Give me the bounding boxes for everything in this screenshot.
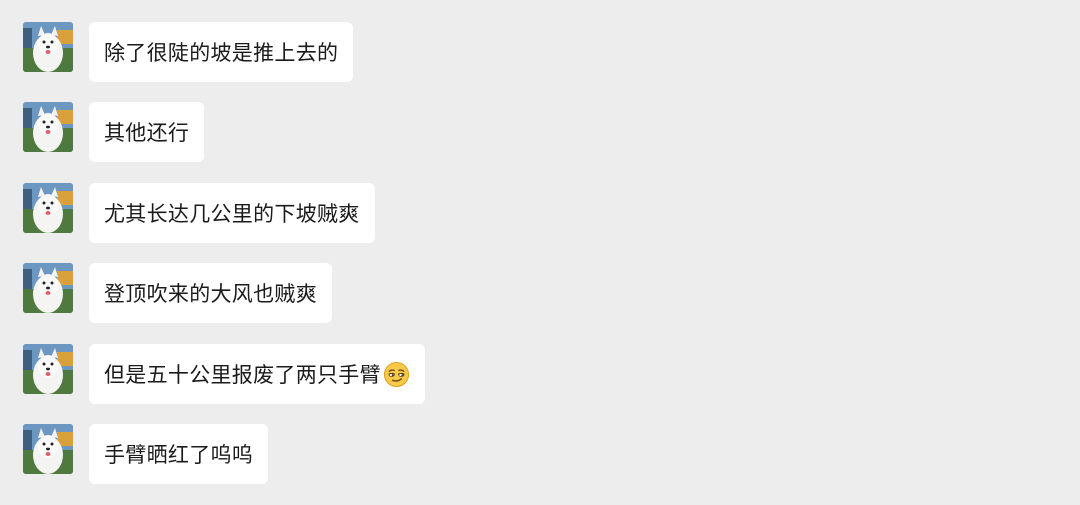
samoyed-dog-icon (23, 183, 73, 233)
samoyed-dog-icon (23, 344, 73, 394)
message-text: 其他还行 (104, 121, 190, 145)
message-row: 尤其长达几公里的下坡贼爽 (23, 183, 375, 243)
message-row: 除了很陡的坡是推上去的 (23, 22, 354, 82)
message-bubble[interactable]: 但是五十公里报废了两只手臂 (89, 344, 425, 404)
message-bubble[interactable]: 其他还行 (89, 102, 205, 162)
avatar[interactable] (23, 424, 73, 474)
samoyed-dog-icon (23, 424, 73, 474)
message-row: 但是五十公里报废了两只手臂 (23, 344, 425, 404)
avatar[interactable] (23, 183, 73, 233)
message-row: 手臂晒红了呜呜 (23, 424, 269, 484)
samoyed-dog-icon (23, 263, 73, 313)
avatar[interactable] (23, 344, 73, 394)
message-bubble[interactable]: 除了很陡的坡是推上去的 (89, 22, 354, 82)
avatar[interactable] (23, 102, 73, 152)
samoyed-dog-icon (23, 22, 73, 72)
message-bubble[interactable]: 尤其长达几公里的下坡贼爽 (89, 183, 375, 243)
message-text: 但是五十公里报废了两只手臂 (104, 363, 381, 387)
message-bubble[interactable]: 手臂晒红了呜呜 (89, 424, 269, 484)
message-row: 登顶吹来的大风也贼爽 (23, 263, 332, 323)
message-row: 其他还行 (23, 102, 205, 162)
smirk-face-emoji-icon (383, 361, 409, 387)
message-text: 手臂晒红了呜呜 (104, 443, 254, 467)
message-bubble[interactable]: 登顶吹来的大风也贼爽 (89, 263, 332, 323)
message-text: 尤其长达几公里的下坡贼爽 (104, 202, 360, 226)
samoyed-dog-icon (23, 102, 73, 152)
message-text: 登顶吹来的大风也贼爽 (104, 282, 317, 306)
avatar[interactable] (23, 263, 73, 313)
avatar[interactable] (23, 22, 73, 72)
message-text: 除了很陡的坡是推上去的 (104, 41, 339, 65)
chat-message-list: 除了很陡的坡是推上去的 其他还行 尤其长达几公里的下坡贼爽 登顶吹来的大风也贼爽… (0, 0, 1080, 505)
